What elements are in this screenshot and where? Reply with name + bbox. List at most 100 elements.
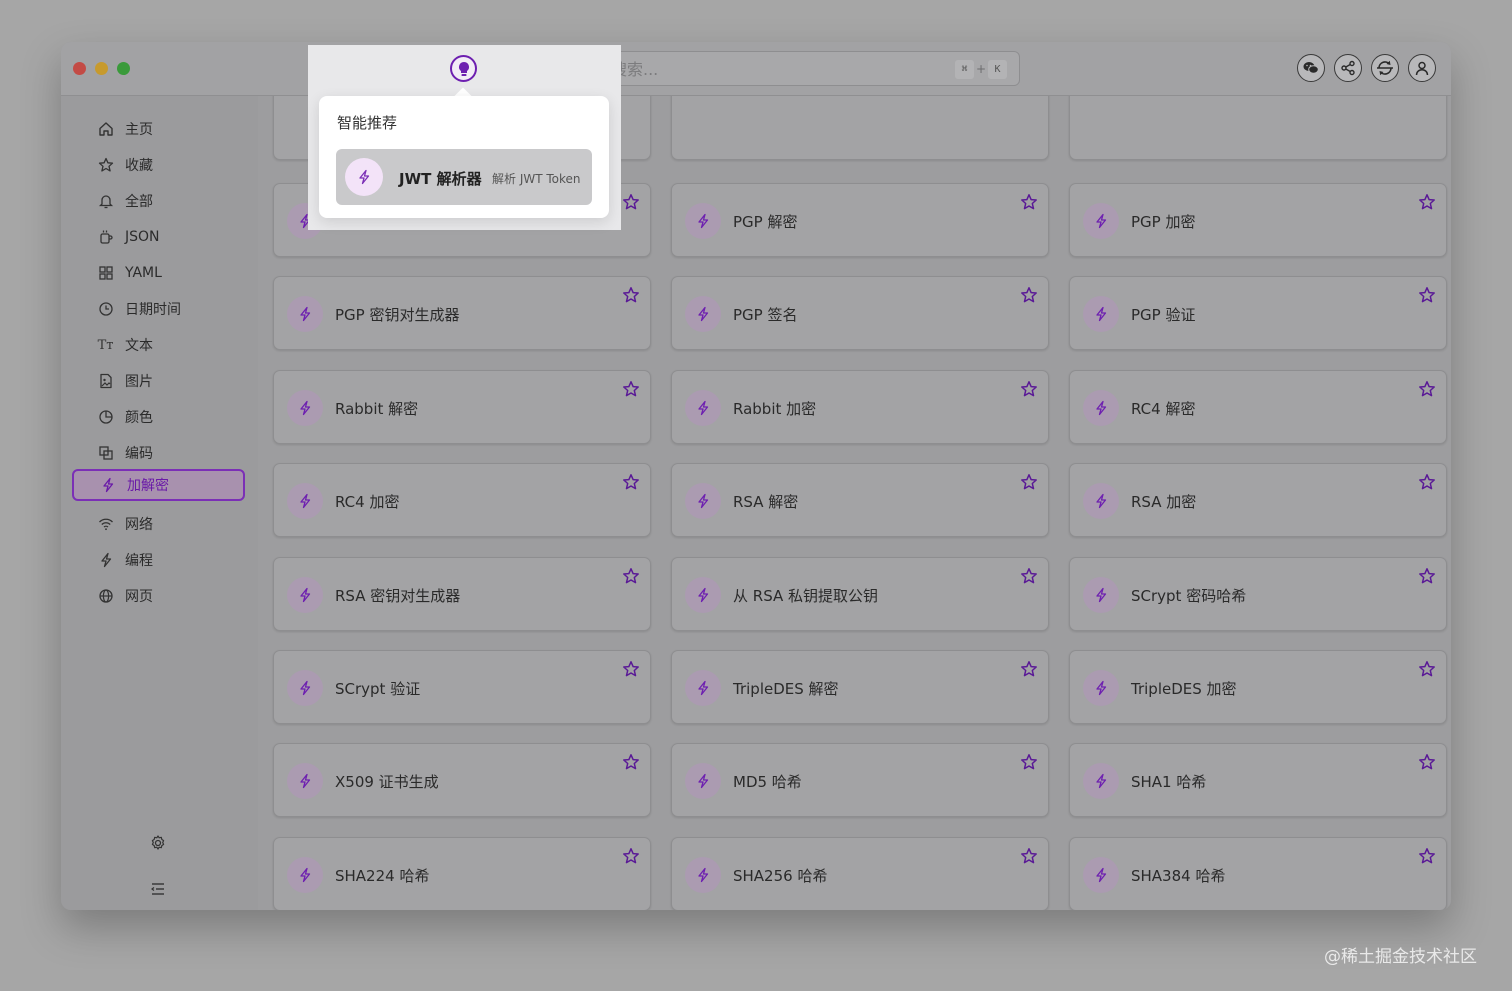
- bolt-icon: [1083, 670, 1119, 706]
- tool-card[interactable]: RC4 解密: [1069, 370, 1447, 444]
- star-icon[interactable]: [1020, 473, 1038, 491]
- tool-card[interactable]: SHA1 哈希: [1069, 743, 1447, 817]
- sidebar-item-home[interactable]: 主页: [72, 113, 245, 145]
- tool-card[interactable]: RSA 解密: [671, 463, 1049, 537]
- sidebar-item-datetime[interactable]: 日期时间: [72, 293, 245, 325]
- tool-card[interactable]: TripleDES 解密: [671, 650, 1049, 724]
- star-icon[interactable]: [1418, 567, 1436, 585]
- tool-card-label: Rabbit 解密: [335, 400, 419, 418]
- star-icon[interactable]: [622, 380, 640, 398]
- tool-card[interactable]: PGP 验证: [1069, 276, 1447, 350]
- bolt-icon: [685, 203, 721, 239]
- settings-icon[interactable]: [149, 834, 167, 852]
- tool-card-partial[interactable]: [671, 96, 1049, 160]
- star-icon[interactable]: [1020, 660, 1038, 678]
- star-icon[interactable]: [1418, 753, 1436, 771]
- bolt-icon: [685, 390, 721, 426]
- sidebar-item-text[interactable]: Tт 文本: [72, 329, 245, 361]
- tool-card[interactable]: SHA384 哈希: [1069, 837, 1447, 910]
- suggestion-jwt-parser[interactable]: JWT 解析器 解析 JWT Token: [336, 149, 592, 205]
- tool-card[interactable]: PGP 签名: [671, 276, 1049, 350]
- bolt-icon: [685, 670, 721, 706]
- sidebar-item-color[interactable]: 颜色: [72, 401, 245, 433]
- star-icon[interactable]: [1020, 753, 1038, 771]
- tool-card[interactable]: 从 RSA 私钥提取公钥: [671, 557, 1049, 631]
- tool-card[interactable]: PGP 解密: [671, 183, 1049, 257]
- sidebar-item-label: 日期时间: [125, 302, 181, 318]
- star-icon[interactable]: [1418, 847, 1436, 865]
- star-icon[interactable]: [622, 753, 640, 771]
- clock-icon: [97, 301, 114, 318]
- sidebar-item-label: 文本: [125, 338, 153, 354]
- tool-card[interactable]: X509 证书生成: [273, 743, 651, 817]
- tool-card[interactable]: MD5 哈希: [671, 743, 1049, 817]
- sidebar-item-encoding[interactable]: 编码: [72, 437, 245, 469]
- bolt-icon: [1083, 296, 1119, 332]
- star-icon[interactable]: [622, 193, 640, 211]
- star-icon[interactable]: [1418, 286, 1436, 304]
- minimize-window-button[interactable]: [95, 62, 108, 75]
- tool-card[interactable]: SHA224 哈希: [273, 837, 651, 910]
- sync-button[interactable]: [1371, 54, 1399, 82]
- sidebar-item-crypto[interactable]: 加解密: [72, 469, 245, 501]
- collapse-menu-icon[interactable]: [149, 880, 167, 898]
- star-icon[interactable]: [1418, 660, 1436, 678]
- tool-card-label: RSA 解密: [733, 493, 799, 511]
- star-icon[interactable]: [1020, 193, 1038, 211]
- share-button[interactable]: [1334, 54, 1362, 82]
- tool-card-partial[interactable]: [1069, 96, 1447, 160]
- star-icon[interactable]: [1020, 567, 1038, 585]
- sidebar-item-programming[interactable]: 编程: [72, 544, 245, 576]
- tool-card[interactable]: Rabbit 加密: [671, 370, 1049, 444]
- star-icon[interactable]: [1020, 847, 1038, 865]
- tool-card-label: SHA384 哈希: [1131, 867, 1226, 885]
- tool-card-label: MD5 哈希: [733, 773, 802, 791]
- star-icon[interactable]: [622, 286, 640, 304]
- shortcut-cmd-key: ⌘: [955, 60, 974, 79]
- star-icon: [97, 157, 114, 174]
- sidebar-item-web[interactable]: 网页: [72, 580, 245, 612]
- star-icon[interactable]: [1020, 286, 1038, 304]
- shortcut-plus: +: [976, 62, 987, 76]
- bolt-icon: [1083, 390, 1119, 426]
- user-button[interactable]: [1408, 54, 1436, 82]
- tool-card[interactable]: SHA256 哈希: [671, 837, 1049, 910]
- watermark: @稀土掘金技术社区: [1324, 947, 1477, 967]
- smart-suggest-button[interactable]: [450, 55, 477, 82]
- sidebar-item-network[interactable]: 网络: [72, 508, 245, 540]
- share-icon: [1341, 60, 1355, 76]
- bolt-icon: [287, 763, 323, 799]
- sidebar-item-label: JSON: [125, 229, 160, 245]
- zoom-window-button[interactable]: [117, 62, 130, 75]
- lightbulb-icon: [458, 61, 469, 76]
- sidebar-item-image[interactable]: 图片: [72, 365, 245, 397]
- tool-card[interactable]: PGP 密钥对生成器: [273, 276, 651, 350]
- tool-card[interactable]: RC4 加密: [273, 463, 651, 537]
- star-icon[interactable]: [1418, 380, 1436, 398]
- wechat-button[interactable]: [1297, 54, 1325, 82]
- smart-suggest-popup: 智能推荐 JWT 解析器 解析 JWT Token: [319, 96, 609, 218]
- star-icon[interactable]: [622, 567, 640, 585]
- tool-card[interactable]: SCrypt 密码哈希: [1069, 557, 1447, 631]
- star-icon[interactable]: [1020, 380, 1038, 398]
- sidebar-item-favorites[interactable]: 收藏: [72, 149, 245, 181]
- star-icon[interactable]: [622, 847, 640, 865]
- tool-card[interactable]: RSA 密钥对生成器: [273, 557, 651, 631]
- sidebar-item-label: 全部: [125, 194, 153, 210]
- tool-card[interactable]: TripleDES 加密: [1069, 650, 1447, 724]
- tool-card-label: SCrypt 验证: [335, 680, 421, 698]
- star-icon[interactable]: [622, 473, 640, 491]
- tool-card[interactable]: PGP 加密: [1069, 183, 1447, 257]
- image-icon: [97, 373, 114, 390]
- bolt-icon: [287, 670, 323, 706]
- sidebar-item-json[interactable]: JSON: [72, 221, 245, 253]
- star-icon[interactable]: [622, 660, 640, 678]
- sidebar-item-yaml[interactable]: YAML: [72, 257, 245, 289]
- tool-card[interactable]: RSA 加密: [1069, 463, 1447, 537]
- star-icon[interactable]: [1418, 193, 1436, 211]
- star-icon[interactable]: [1418, 473, 1436, 491]
- tool-card[interactable]: Rabbit 解密: [273, 370, 651, 444]
- sidebar-item-all[interactable]: 全部: [72, 185, 245, 217]
- tool-card[interactable]: SCrypt 验证: [273, 650, 651, 724]
- close-window-button[interactable]: [73, 62, 86, 75]
